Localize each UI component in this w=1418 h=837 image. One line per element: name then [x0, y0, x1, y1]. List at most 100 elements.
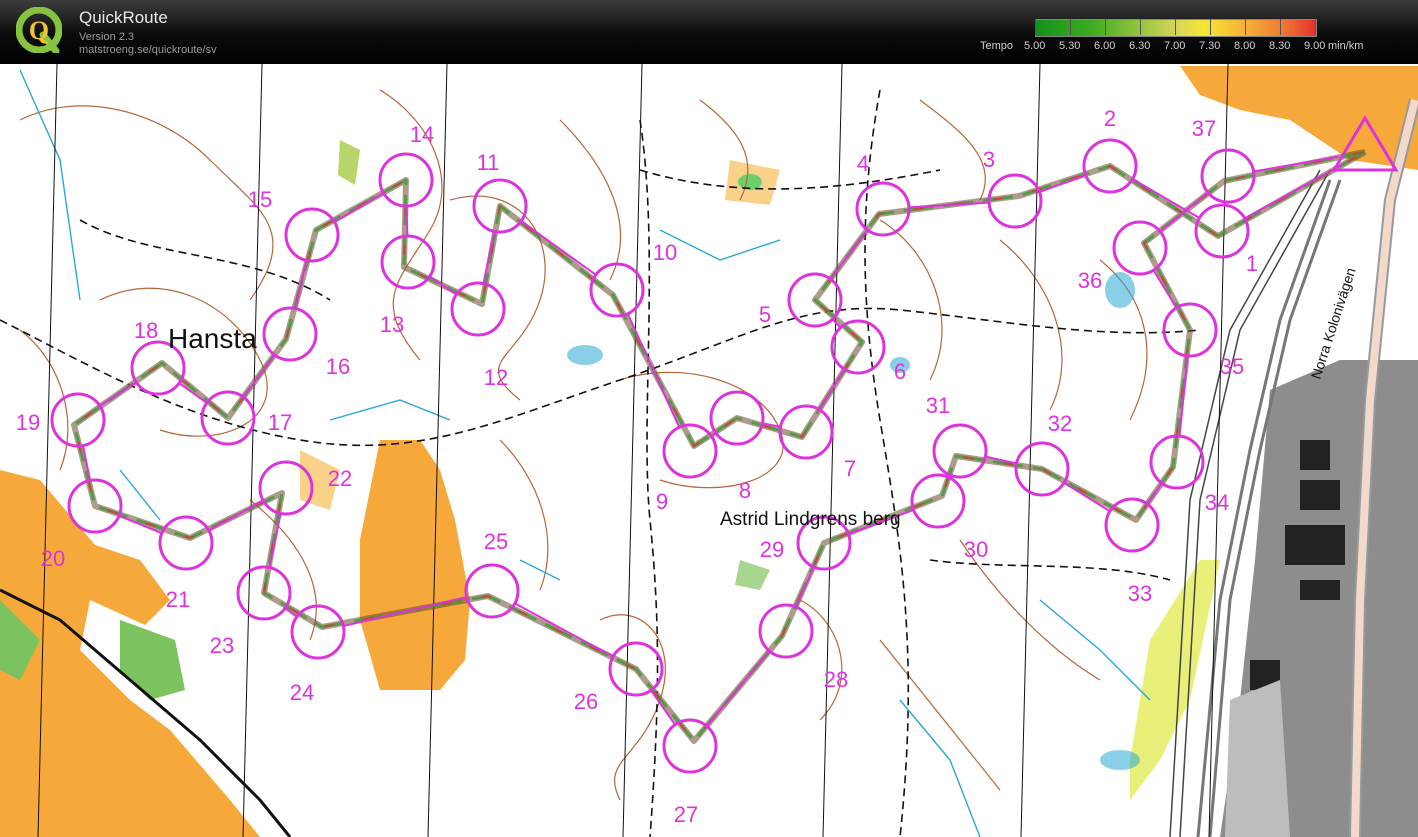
pace-legend-tick — [1175, 19, 1176, 35]
logo-letter: Q — [29, 16, 49, 45]
course-leg — [405, 205, 409, 237]
control-number-9: 9 — [656, 489, 668, 514]
control-number-36: 36 — [1078, 268, 1102, 293]
course-leg — [1152, 269, 1178, 309]
control-number-14: 14 — [410, 122, 434, 147]
place-name-astrid-lindgrens-berg: Astrid Lindgrens berg — [720, 509, 901, 530]
pace-legend-tick — [1140, 19, 1141, 35]
pace-legend-tick-label: 8.00 — [1234, 40, 1256, 52]
pace-legend-tick — [1210, 19, 1211, 35]
control-number-4: 4 — [857, 151, 869, 176]
pace-legend-tick-label: 5.00 — [1024, 40, 1046, 52]
pace-legend-tick — [1105, 19, 1106, 35]
course-leg — [208, 499, 264, 532]
pace-color-scale — [1035, 19, 1317, 37]
pace-legend-tick-label: 5.30 — [1059, 40, 1081, 52]
course-leg — [795, 566, 815, 608]
place-name-hansta: Hansta — [168, 323, 257, 354]
control-number-11: 11 — [477, 150, 500, 175]
control-number-29: 29 — [760, 537, 784, 562]
pace-legend-tick-label: 6.00 — [1094, 40, 1116, 52]
control-circle-12[interactable] — [450, 281, 506, 337]
app-header: Q QuickRoute Version 2.3 matstroeng.se/q… — [0, 0, 1418, 64]
control-number-37: 37 — [1192, 116, 1216, 141]
course-leg — [1146, 482, 1163, 505]
urban-area — [1220, 360, 1418, 837]
control-number-31: 31 — [926, 393, 950, 418]
course-leg — [99, 381, 137, 407]
course-leg — [1039, 174, 1086, 193]
control-circle-33[interactable] — [1104, 497, 1160, 553]
pace-legend-tick — [1070, 19, 1071, 35]
control-number-20: 20 — [41, 546, 65, 571]
control-circle-31[interactable] — [932, 423, 988, 479]
course-leg — [1063, 481, 1111, 513]
course-leg — [520, 220, 597, 276]
pace-legend-tick-label: 7.00 — [1164, 40, 1186, 52]
control-number-6: 6 — [894, 359, 906, 384]
control-circle-30[interactable] — [910, 473, 966, 529]
app-version: Version 2.3 — [79, 31, 135, 43]
control-number-7: 7 — [844, 456, 856, 481]
course-leg — [650, 689, 676, 726]
control-circle-27[interactable] — [662, 718, 718, 774]
app-title: QuickRoute — [79, 8, 168, 27]
pace-legend-tick — [1315, 19, 1316, 35]
control-number-1: 1 — [1246, 251, 1258, 276]
control-number-24: 24 — [290, 680, 314, 705]
pace-legend-tick — [1035, 19, 1036, 35]
pace-legend-tick-label: 8.30 — [1269, 40, 1291, 52]
control-number-23: 23 — [210, 633, 234, 658]
quickroute-logo-icon: Q — [16, 7, 62, 53]
control-number-21: 21 — [166, 587, 190, 612]
control-number-26: 26 — [574, 689, 598, 714]
pace-legend-tick-label: 6.30 — [1129, 40, 1151, 52]
pace-legend-unit: min/km — [1328, 40, 1364, 52]
control-circle-36[interactable] — [1112, 220, 1168, 276]
course-leg — [242, 354, 276, 398]
course-leg — [429, 275, 457, 296]
control-circle-13[interactable] — [380, 234, 436, 290]
north-lines — [37, 64, 1229, 837]
control-number-22: 22 — [328, 466, 352, 491]
control-number-12: 12 — [484, 365, 508, 390]
pace-legend-tick-label: 7.30 — [1199, 40, 1221, 52]
control-circles — [50, 138, 1256, 774]
pace-legend-tick — [1280, 19, 1281, 35]
control-number-8: 8 — [739, 478, 751, 503]
pace-legend: 5.00 5.30 6.00 6.30 7.00 7.30 8.00 8.30 9.00 Tem… — [978, 18, 1398, 58]
control-circle-24[interactable] — [290, 604, 346, 660]
control-number-3: 3 — [983, 147, 995, 172]
control-number-25: 25 — [484, 529, 508, 554]
control-circle-21[interactable] — [158, 515, 214, 571]
course-leg — [333, 192, 385, 223]
control-number-32: 32 — [1048, 411, 1072, 436]
course-leg — [829, 229, 869, 280]
pace-legend-label: Tempo — [980, 40, 1014, 52]
control-number-15: 15 — [248, 187, 272, 212]
app-url: matstroeng.se/quickroute/sv — [79, 44, 217, 56]
control-number-27: 27 — [674, 802, 698, 827]
control-number-28: 28 — [824, 667, 848, 692]
control-number-2: 2 — [1104, 106, 1116, 131]
water-features — [19, 69, 1151, 837]
pace-legend-tick — [1245, 19, 1246, 35]
course-leg — [705, 650, 771, 727]
course-leg — [514, 602, 614, 658]
course-leg — [626, 313, 681, 428]
control-circle-25[interactable] — [464, 563, 520, 619]
course-leg-finish — [1253, 155, 1340, 173]
control-number-19: 19 — [16, 410, 40, 435]
orienteering-map[interactable]: 1 2 3 4 5 6 7 8 9 10 11 12 13 14 15 16 17 18 19 20 21 22 23 24 2… — [0, 64, 1418, 837]
course-leg — [818, 368, 846, 411]
control-number-16: 16 — [326, 354, 350, 379]
control-number-17: 17 — [268, 410, 292, 435]
control-number-5: 5 — [759, 302, 771, 327]
control-number-33: 33 — [1128, 581, 1152, 606]
control-number-34: 34 — [1205, 490, 1229, 515]
control-number-10: 10 — [653, 240, 677, 265]
map-canvas[interactable]: 1234567891011121314151617181920212223242… — [0, 64, 1418, 837]
course-leg — [294, 260, 308, 309]
pace-legend-tick-label: 9.00 — [1304, 40, 1326, 52]
control-number-18: 18 — [134, 318, 158, 343]
